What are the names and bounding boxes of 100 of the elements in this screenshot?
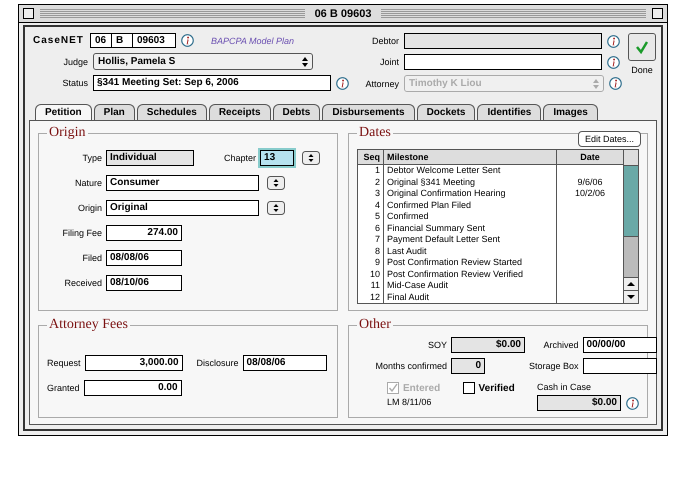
tab[interactable]: Disbursements [322, 104, 415, 120]
debtor-field[interactable] [404, 33, 602, 49]
tab[interactable]: Identifies [477, 104, 542, 120]
origin-field[interactable]: Original [106, 200, 259, 216]
status-field[interactable]: §341 Meeting Set: Sep 6, 2006 [93, 75, 331, 91]
tab[interactable]: Plan [94, 104, 135, 120]
up-down-arrows-icon [302, 56, 308, 66]
field-label: Attorney [364, 78, 399, 88]
field-label: SOY [426, 340, 447, 350]
tab[interactable]: Petition [35, 104, 92, 120]
plan-label: BAPCPA Model Plan [211, 36, 294, 46]
field-label: Judge [62, 56, 88, 66]
done-button[interactable] [628, 33, 656, 61]
tab[interactable]: Images [543, 104, 598, 120]
tab[interactable]: Debts [272, 104, 320, 120]
logo: CaseNET [33, 35, 85, 46]
table-cell: Confirmed [384, 211, 557, 222]
table-cell: 5 [358, 211, 384, 222]
tab[interactable]: Receipts [208, 104, 271, 120]
field-label: Cash in Case [537, 382, 592, 392]
group-title: Other [358, 317, 392, 333]
table-cell: Last Audit [384, 246, 557, 257]
table-cell: 1 [358, 165, 384, 176]
granted-field[interactable]: 0.00 [84, 380, 182, 396]
table-cell: 6 [358, 222, 384, 234]
field-label: Months confirmed [374, 361, 447, 371]
field-label: Chapter [224, 153, 256, 163]
group-title: Attorney Fees [48, 317, 129, 333]
filed-field[interactable]: 08/08/06 [106, 250, 182, 266]
info-icon[interactable] [626, 396, 639, 410]
window-title: 06 B 09603 [314, 8, 372, 20]
table-cell: Original Confirmation Hearing [384, 188, 557, 200]
field-label: Granted [47, 383, 80, 393]
field-label: Storage Box [529, 361, 579, 371]
field-label: Debtor [370, 36, 399, 46]
table-cell: Confirmed Plan Filed [384, 200, 557, 211]
filing-fee-field[interactable]: 274.00 [106, 225, 182, 241]
close-box[interactable] [23, 8, 34, 19]
collapse-box[interactable] [652, 8, 664, 19]
table-cell: 11 [358, 280, 384, 292]
field-label: Archived [542, 340, 579, 350]
checkbox-icon[interactable] [462, 382, 475, 394]
last-modified-text: LM 8/11/06 [387, 397, 432, 407]
verified-checkbox[interactable]: Verified [462, 382, 515, 394]
table-cell-text: 10/2/06 [574, 188, 606, 200]
column-header[interactable]: Milestone [384, 150, 557, 164]
disclosure-field[interactable]: 08/08/06 [242, 355, 327, 371]
stepper-button[interactable] [267, 201, 285, 215]
stepper-button[interactable] [267, 176, 285, 190]
request-field[interactable]: 3,000.00 [84, 355, 183, 371]
table-cell: 8 [358, 246, 384, 257]
info-icon[interactable] [336, 76, 349, 90]
joint-field[interactable] [404, 54, 602, 70]
group-title: Dates [358, 125, 392, 141]
table-cell: Payment Default Letter Sent [384, 234, 557, 246]
info-icon[interactable] [609, 77, 622, 90]
case-number-field[interactable]: 06 B 09603 [90, 33, 176, 48]
scroll-up-button[interactable] [624, 277, 638, 290]
field-label: Type [81, 153, 102, 163]
column-header[interactable]: Date [557, 150, 623, 164]
received-field[interactable]: 08/10/06 [106, 275, 182, 291]
nature-field[interactable]: Consumer [106, 175, 259, 191]
table-cell-text: 9/6/06 [576, 176, 604, 188]
stepper-button[interactable] [302, 151, 320, 165]
column-header[interactable]: Seq [358, 150, 384, 164]
table-cell: 12 [358, 292, 384, 303]
tab[interactable]: Schedules [136, 104, 207, 120]
edit-dates-button[interactable]: Edit Dates... [578, 131, 641, 147]
table-cell: 3 [358, 188, 384, 200]
field-label: Request [47, 358, 81, 368]
judge-popup[interactable]: Hollis, Pamela S [93, 53, 313, 70]
field-label: Status [61, 78, 88, 88]
storage-box-field[interactable] [582, 358, 657, 374]
table-cell: Post Confirmation Review Started [384, 257, 557, 268]
months-field: 0 [451, 358, 485, 374]
info-icon[interactable] [181, 34, 194, 47]
table-cell: Original §341 Meeting [384, 176, 557, 188]
field-label: Received [63, 278, 102, 288]
field-label: Origin [76, 203, 102, 213]
scroll-thumb[interactable] [624, 166, 638, 237]
info-icon[interactable] [607, 34, 620, 48]
tab[interactable]: Dockets [416, 104, 476, 120]
table-cell: Financial Summary Sent [384, 222, 557, 234]
table-cell: Post Confirmation Review Verified [384, 268, 557, 280]
group-title: Origin [48, 125, 87, 141]
field-label: Nature [74, 178, 102, 188]
table-cell: 7 [358, 234, 384, 246]
chapter-field[interactable]: 13 [260, 150, 294, 166]
up-down-arrows-icon [593, 78, 599, 88]
field-label: Filed [81, 253, 102, 263]
table-cell: 10 [358, 268, 384, 280]
field-label: Disclosure [196, 358, 239, 368]
info-icon[interactable] [607, 56, 620, 68]
done-label: Done [631, 65, 653, 75]
archived-field[interactable]: 00/00/00 [582, 337, 657, 353]
soy-field: $0.00 [451, 337, 525, 353]
table-cell: 9 [358, 257, 384, 268]
table-cell: Final Audit [384, 292, 557, 303]
scroll-down-button[interactable] [624, 290, 638, 303]
field-label: Filing Fee [61, 228, 102, 238]
